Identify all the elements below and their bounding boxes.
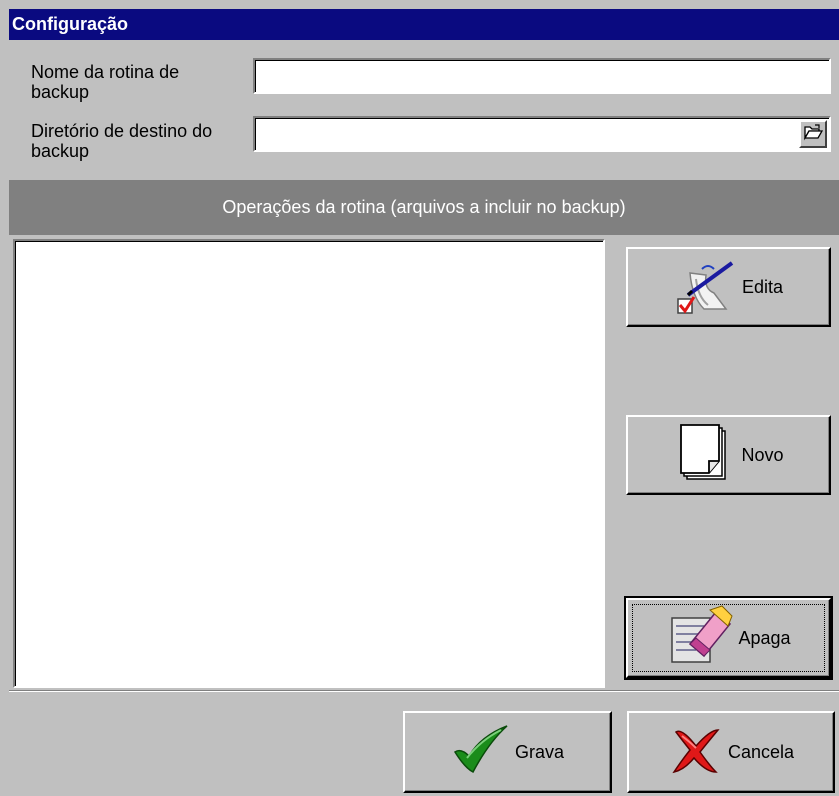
footer-divider (9, 690, 839, 692)
delete-button[interactable]: Apaga (624, 596, 833, 680)
edit-button[interactable]: Edita (626, 247, 831, 327)
routine-name-label: Nome da rotina de backup (31, 62, 180, 102)
operations-header: Operações da rotina (arquivos a incluir … (9, 180, 839, 235)
edit-pen-check-icon (674, 253, 738, 322)
green-check-icon (451, 722, 511, 783)
window-title: Configuração (9, 9, 839, 40)
save-button[interactable]: Grava (403, 711, 612, 793)
blank-page-icon (673, 421, 737, 490)
eraser-icon (666, 604, 734, 673)
operations-list[interactable] (13, 239, 605, 688)
dest-dir-field[interactable] (253, 116, 831, 152)
browse-folder-button[interactable] (799, 120, 827, 148)
delete-button-label: Apaga (738, 627, 791, 648)
cancel-button-label: Cancela (727, 741, 795, 762)
new-button[interactable]: Novo (626, 415, 831, 495)
edit-button-label: Edita (741, 276, 784, 297)
cancel-button[interactable]: Cancela (627, 711, 835, 793)
routine-name-input[interactable] (255, 60, 829, 92)
new-button-label: Novo (741, 444, 784, 465)
save-button-label: Grava (514, 741, 565, 762)
red-x-icon (668, 722, 724, 783)
dest-dir-input[interactable] (255, 118, 797, 150)
folder-open-icon (803, 123, 824, 146)
routine-name-field[interactable] (253, 58, 831, 94)
dest-dir-label: Diretório de destino do backup (31, 121, 213, 161)
